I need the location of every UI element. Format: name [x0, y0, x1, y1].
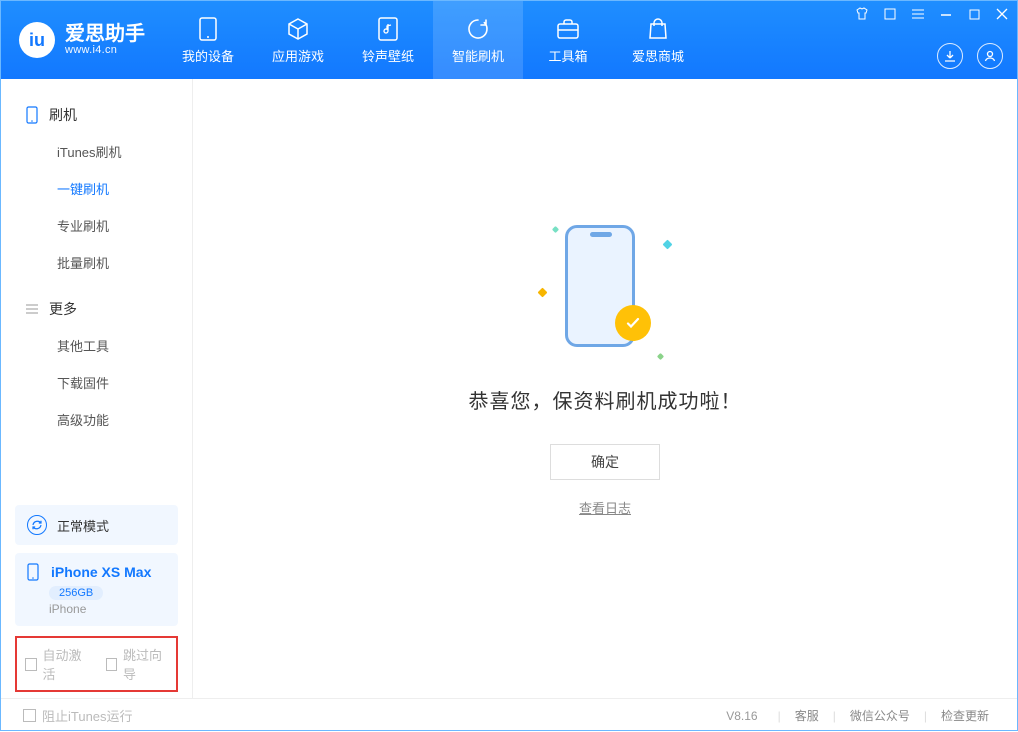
checkbox-skip-guide[interactable]: 跳过向导: [106, 645, 169, 683]
list-icon: [25, 300, 39, 318]
checkbox-auto-activate[interactable]: 自动激活: [25, 645, 88, 683]
app-site: www.i4.cn: [65, 44, 145, 56]
sidebar: 刷机 iTunes刷机 一键刷机 专业刷机 批量刷机 更多 其他工具 下载固件 …: [1, 79, 193, 698]
bag-icon: [645, 16, 671, 42]
footer-link-support[interactable]: 客服: [789, 707, 825, 724]
tab-flash[interactable]: 智能刷机: [433, 1, 523, 79]
confirm-button[interactable]: 确定: [550, 444, 660, 480]
checkbox-icon: [23, 709, 36, 722]
section-label: 刷机: [49, 105, 77, 125]
highlighted-options: 自动激活 跳过向导: [15, 636, 178, 692]
refresh-icon: [465, 16, 491, 42]
checkbox-icon: [106, 658, 118, 671]
sidebar-section-more: 更多: [1, 291, 192, 327]
tab-label: 我的设备: [182, 46, 234, 65]
menu-icon[interactable]: [911, 7, 925, 21]
phone-outline-icon: [27, 563, 41, 581]
logo-area: iu 爱思助手 www.i4.cn: [1, 1, 163, 79]
tab-my-device[interactable]: 我的设备: [163, 1, 253, 79]
sidebar-item-download-fw[interactable]: 下载固件: [1, 364, 192, 401]
footer-link-wechat[interactable]: 微信公众号: [844, 707, 916, 724]
checkbox-block-itunes[interactable]: 阻止iTunes运行: [23, 706, 133, 725]
checkbox-label: 跳过向导: [123, 645, 168, 683]
tab-label: 应用游戏: [272, 46, 324, 65]
shirt-icon[interactable]: [855, 7, 869, 21]
status-bar: 阻止iTunes运行 V8.16 | 客服 | 微信公众号 | 检查更新: [1, 698, 1017, 732]
section-label: 更多: [49, 299, 77, 319]
sidebar-item-advanced[interactable]: 高级功能: [1, 401, 192, 438]
main-panel: 恭喜您，保资料刷机成功啦！ 确定 查看日志: [193, 79, 1017, 698]
header-actions: [937, 43, 1003, 69]
sidebar-item-oneclick-flash[interactable]: 一键刷机: [1, 170, 192, 207]
briefcase-icon: [555, 16, 581, 42]
close-button[interactable]: [995, 7, 1009, 21]
minimize-button[interactable]: [939, 7, 953, 21]
sidebar-item-other-tools[interactable]: 其他工具: [1, 327, 192, 364]
checkbox-icon: [25, 658, 37, 671]
user-button[interactable]: [977, 43, 1003, 69]
tab-label: 爱思商城: [632, 46, 684, 65]
tab-apps[interactable]: 应用游戏: [253, 1, 343, 79]
maximize-button[interactable]: [967, 7, 981, 21]
footer-link-update[interactable]: 检查更新: [935, 707, 995, 724]
version-label: V8.16: [726, 709, 757, 723]
mode-label: 正常模式: [57, 516, 109, 535]
logo-icon: iu: [19, 22, 55, 58]
device-type: iPhone: [49, 602, 166, 616]
tab-store[interactable]: 爱思商城: [613, 1, 703, 79]
sidebar-item-pro-flash[interactable]: 专业刷机: [1, 207, 192, 244]
sync-icon: [27, 515, 47, 535]
app-title: 爱思助手: [65, 24, 145, 44]
tab-ringtones[interactable]: 铃声壁纸: [343, 1, 433, 79]
checkbox-label: 自动激活: [43, 645, 88, 683]
success-illustration: [525, 219, 685, 359]
device-mode-card[interactable]: 正常模式: [15, 505, 178, 545]
success-message: 恭喜您，保资料刷机成功啦！: [469, 385, 742, 414]
device-name: iPhone XS Max: [51, 564, 151, 580]
sidebar-item-batch-flash[interactable]: 批量刷机: [1, 244, 192, 281]
tab-toolbox[interactable]: 工具箱: [523, 1, 613, 79]
music-file-icon: [375, 16, 401, 42]
device-icon: [195, 16, 221, 42]
view-log-link[interactable]: 查看日志: [579, 498, 631, 517]
tab-label: 铃声壁纸: [362, 46, 414, 65]
cube-icon: [285, 16, 311, 42]
phone-outline-icon: [25, 106, 39, 124]
checkbox-label: 阻止iTunes运行: [42, 706, 133, 725]
sidebar-item-itunes-flash[interactable]: iTunes刷机: [1, 133, 192, 170]
device-card[interactable]: iPhone XS Max 256GB iPhone: [15, 553, 178, 626]
window-controls: [855, 7, 1009, 21]
sidebar-section-flash: 刷机: [1, 97, 192, 133]
tab-label: 智能刷机: [452, 46, 504, 65]
check-badge-icon: [615, 305, 651, 341]
download-button[interactable]: [937, 43, 963, 69]
tab-label: 工具箱: [548, 46, 587, 65]
storage-chip: 256GB: [49, 586, 103, 600]
app-header: iu 爱思助手 www.i4.cn 我的设备 应用游戏 铃声壁纸 智能刷机 工具…: [1, 1, 1017, 79]
square-icon[interactable]: [883, 7, 897, 21]
